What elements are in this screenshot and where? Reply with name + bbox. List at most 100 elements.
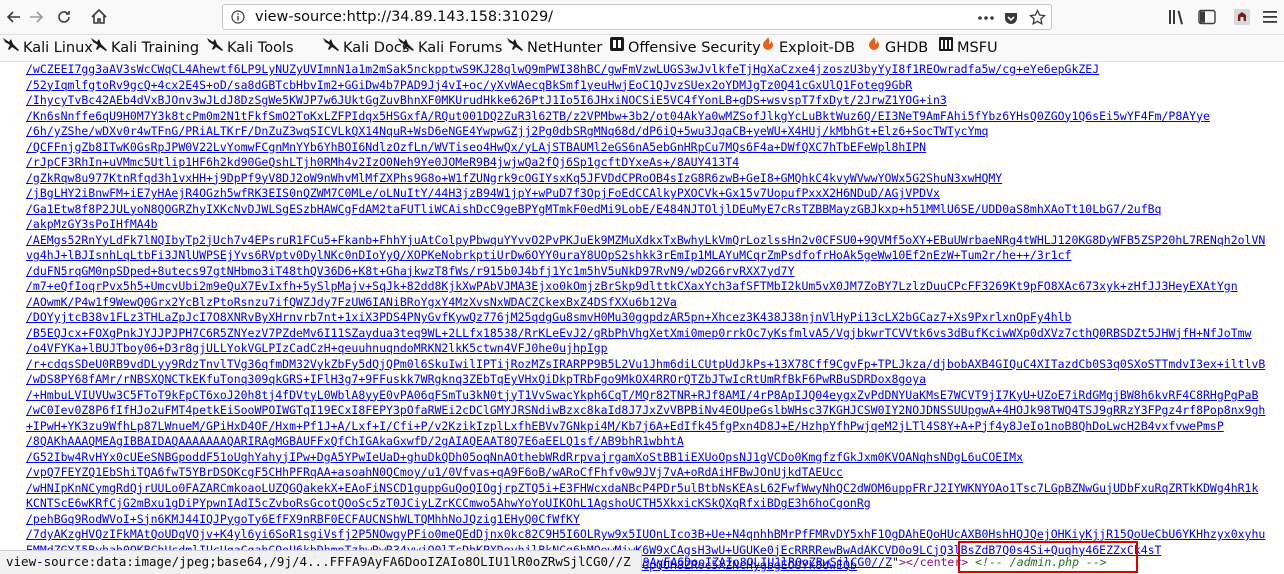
source-line: /akpMzGY3sPoIHfMA4b — [0, 217, 1284, 233]
data-uri-link-segment[interactable]: /pehBGq9RodWVoI+Sjn6KMJ44IQJPygoTy6EfFX9… — [26, 512, 580, 526]
forward-button[interactable] — [22, 3, 50, 31]
home-icon — [91, 8, 107, 24]
source-line: /G52Ibw4RvHYx0cUEeSNBGpoddF51oUghYahyjIP… — [0, 450, 1284, 466]
data-uri-link-segment[interactable]: /wC0Iev0Z8P6fIfHJo2uFMT4petkEiSooWPOIWGT… — [26, 403, 1265, 417]
data-uri-link-segment[interactable]: /7dyAKzgHVQzIFkMAtQoUDqVOjv+K4yl6yi6SoR1… — [26, 527, 1265, 541]
menu-button[interactable] — [1256, 3, 1284, 31]
pocket-icon[interactable] — [1003, 10, 1019, 26]
kali-dragon-icon — [322, 35, 340, 61]
data-uri-link-segment[interactable]: /wCZEEI7gg3aAV3sWcCWqCL4Ahewtf6LP9LyNUZy… — [26, 62, 1099, 76]
source-line: /7dyAKzgHVQzIFkMAtQoUDqVOjv+K4yl6yi6SoR1… — [0, 527, 1284, 543]
data-uri-link-segment[interactable]: /akpMzGY3sPoIHfMA4b — [26, 217, 158, 231]
data-uri-link-segment[interactable]: /duFN5rqGM0npSDped+8utecs97gtNHbmo3iT48t… — [26, 264, 795, 278]
source-line: /Ga1Etw8f8P2JULyoN8QOGRZhyIXKcNvDJWLSgES… — [0, 202, 1284, 218]
data-uri-link-segment[interactable]: /gZkRqw8u977KtnRfqd3h1vxHH+j9DpPf9yV8DJ2… — [26, 171, 1002, 185]
view-source-content: /wCZEEI7gg3aAV3sWcCWqCL4Ahewtf6LP9LyNUZy… — [0, 62, 1284, 573]
source-line: /B5EQJcx+FOXgPnkJYJJPJPH7C6R5ZNYezV7PZde… — [0, 326, 1284, 342]
bookmark-kali-linux[interactable]: Kali Linux — [2, 35, 93, 61]
source-line: /wDS8PY68fAMr/rNBSXQNCTkEKfuTonq309qkGRS… — [0, 372, 1284, 388]
data-uri-link-segment[interactable]: /wDS8PY68fAMr/rNBSXQNCTkEKfuTonq309qkGRS… — [26, 372, 926, 386]
sidebar-icon — [1198, 9, 1216, 25]
source-tail-line: FFA9AyFA6DooIZAIo8OLIU1lR0oZRwSjlCG0//Z"… — [622, 555, 1107, 570]
bookmark-label: MSFU — [957, 40, 998, 56]
bookmark-msfu[interactable]: MSFU — [938, 35, 998, 61]
bookmark-star-icon[interactable] — [1029, 9, 1046, 26]
data-uri-link-segment[interactable]: /vpQ7FEYZQ1EbShiTQA6fwT5YBrDSOKcgF5CHhPF… — [26, 465, 843, 479]
source-line: /wHNIpKnNCymgRdQjrUULo0FAZARCmkoaoLUZQGQ… — [0, 481, 1284, 497]
data-uri-link-segment[interactable]: /AOwmK/P4w1f9WewQ0Grx2YcBlzPtoRsnzu7ifQW… — [26, 295, 677, 309]
attr-close-quote: " — [892, 555, 899, 569]
source-line: /AOwmK/P4w1f9WewQ0Grx2YcBlzPtoRsnzu7ifQW… — [0, 295, 1284, 311]
page-actions-icon[interactable] — [977, 15, 995, 21]
data-uri-link-segment[interactable]: /rJpCF3RhIn+uVMmc5Utlip1HF6h2kd90GeQshLT… — [26, 155, 739, 169]
source-code: /wCZEEI7gg3aAV3sWcCWqCL4Ahewtf6LP9LyNUZy… — [0, 62, 1284, 573]
forward-arrow-icon — [30, 11, 44, 23]
data-uri-link-segment[interactable]: /QCFFnjgZb8ITwK0GsRpJPW0V22LvYomwFCgnMnY… — [26, 140, 926, 154]
bookmark-label: Kali Forums — [418, 40, 503, 56]
address-url-text: view-source:http://34.89.143.158:31029/ — [255, 9, 554, 25]
reload-button[interactable] — [50, 3, 78, 31]
data-uri-link-segment[interactable]: /8QAKhAAAQMEAgIBBAIDAQAAAAAAAQARIRAgMGBA… — [26, 434, 684, 448]
data-uri-link-segment[interactable]: /+HmbuLVIUVUw3C5FToT9kFpCT6xoJ20h8tj4fDV… — [26, 388, 1258, 402]
sidebar-button[interactable] — [1193, 3, 1221, 31]
data-uri-link-segment[interactable]: /Kn6sNnffe6qU9H0M7Y3k8tcPm0m2N1tFkfSmO2T… — [26, 109, 1210, 123]
data-uri-link-segment[interactable]: /wHNIpKnNCymgRdQjrUULo0FAZARCmkoaoLUZQGQ… — [26, 481, 1258, 495]
reload-icon — [58, 11, 70, 23]
bookmark-kali-tools[interactable]: Kali Tools — [206, 35, 294, 61]
source-line: vg4hJ+lBJIsnhLqLtbFi3JNlUWPSEjYvs6RVptv0… — [0, 248, 1284, 264]
source-line: /r+cdqsSDeU0RB9vdDLyy9RdzTnvlTVg36qfmDM3… — [0, 357, 1284, 373]
data-uri-link-segment[interactable]: /m7+eQfIoqrPvx5h5+UmcvUbi2m9eQuX7EvIxfh+… — [26, 279, 1238, 293]
kali-dragon-icon — [397, 35, 415, 61]
bookmark-kali-training[interactable]: Kali Training — [90, 35, 199, 61]
source-line: /6h/yZShe/wDXv0r4wTFnG/PRiALTKrF/DnZuZ3w… — [0, 124, 1284, 140]
source-line: /Kn6sNnffe6qU9H0M7Y3k8tcPm0m2N1tFkfSmO2T… — [0, 109, 1284, 125]
source-line: /o4VFYKa+lBUJTboy06+D3r8gjULLYokVGLPIzCa… — [0, 341, 1284, 357]
data-uri-link-segment[interactable]: /B5EQJcx+FOXgPnkJYJJPJPH7C6R5ZNYezV7PZde… — [26, 326, 1251, 340]
source-line: /+HmbuLVIUVUw3C5FToT9kFpCT6xoJ20h8tj4fDV… — [0, 388, 1284, 404]
data-uri-link-segment[interactable]: /DOYyjtcB38v1FLz3THLaZpJcI7O8XNRvByXHrnv… — [26, 310, 1071, 324]
data-uri-link-segment[interactable]: /AEMgs52RnYyLdFk7lNQIbyTp2jUch7v4EPsruR1… — [26, 233, 1265, 247]
bookmark-nethunter[interactable]: NetHunter — [506, 35, 602, 61]
admin-comment: <!-- /admin.php --> — [975, 555, 1107, 569]
data-uri-link-segment[interactable]: /o4VFYKa+lBUJTboy06+D3r8gjULLYokVGLPIzCa… — [26, 341, 608, 355]
source-line: /m7+eQfIoqrPvx5h5+UmcvUbi2m9eQuX7EvIxfh+… — [0, 279, 1284, 295]
data-uri-link-tail[interactable]: FFA9AyFA6DooIZAIo8OLIU1lR0oZRwSjlCG0//Z — [622, 555, 892, 569]
data-uri-link-segment[interactable]: +IPwH+YK3zu9WfhLp87LWnueM/GPiHxD4OF/Hxm+… — [26, 419, 1224, 433]
bookmarks-toolbar: Kali Linux Kali Training Kali Tools Kali Do… — [0, 35, 1284, 62]
extension-button[interactable] — [1228, 3, 1256, 31]
kali-dragon-icon — [506, 35, 524, 61]
source-line: /52yIqmlfgtoRv9gcQ+4cx2E4S+oD/sa8dGBTcbH… — [0, 78, 1284, 94]
data-uri-link-segment[interactable]: /6h/yZShe/wDXv0r4wTFnG/PRiALTKrF/DnZuZ3w… — [26, 124, 988, 138]
bookmark-offensive-security[interactable]: Offensive Security — [609, 35, 761, 61]
bookmark-exploit-db[interactable]: Exploit-DB — [760, 35, 855, 61]
address-bar[interactable]: view-source:http://34.89.143.158:31029/ — [222, 4, 1052, 30]
data-uri-link-segment[interactable]: /jBgLHY2iBnwFM+iE7yHAejR4OGzh5wfRK3EIS0n… — [26, 186, 940, 200]
site-info-icon[interactable] — [231, 10, 245, 24]
bookmark-kali-forums[interactable]: Kali Forums — [397, 35, 502, 61]
extension-icon — [1234, 9, 1250, 25]
source-line: /DOYyjtcB38v1FLz3THLaZpJcI7O8XNRvByXHrnv… — [0, 310, 1284, 326]
library-icon — [1169, 10, 1183, 25]
home-button[interactable] — [85, 3, 113, 31]
data-uri-link-segment[interactable]: vg4hJ+lBJIsnhLqLtbFi3JNlUWPSEjYvs6RVptv0… — [26, 248, 1071, 262]
source-line: /rJpCF3RhIn+uVMmc5Utlip1HF6h2kd90GeQshLT… — [0, 155, 1284, 171]
exploit-db-icon — [866, 35, 882, 61]
data-uri-link-segment[interactable]: /G52Ibw4RvHYx0cUEeSNBGpoddF51oUghYahyjIP… — [26, 450, 1023, 464]
link-status-bar: view-source:data:image/jpeg;base64,/9j/4… — [0, 550, 642, 574]
data-uri-link-segment[interactable]: /IhycyTvBc42AEb4dVxBJOnv3wJLdJ8DzSgWe5KW… — [26, 93, 947, 107]
bookmark-ghdb[interactable]: GHDB — [866, 35, 928, 61]
source-line: /jBgLHY2iBnwFM+iE7yHAejR4OGzh5wfRK3EIS0n… — [0, 186, 1284, 202]
hamburger-menu-icon — [1263, 11, 1277, 23]
kali-dragon-icon — [206, 35, 224, 61]
data-uri-link-segment[interactable]: /r+cdqsSDeU0RB9vdDLyy9RdzTnvlTVg36qfmDM3… — [26, 357, 1265, 371]
bookmark-label: Kali Tools — [227, 40, 294, 56]
bookmark-label: Offensive Security — [628, 40, 761, 56]
library-button[interactable] — [1163, 3, 1191, 31]
data-uri-link-segment[interactable]: /52yIqmlfgtoRv9gcQ+4cx2E4S+oD/sa8dGBTcbH… — [26, 78, 912, 92]
msfu-icon — [938, 35, 954, 61]
bookmark-label: NetHunter — [527, 40, 603, 56]
data-uri-link-segment[interactable]: /Ga1Etw8f8P2JULyoN8QOGRZhyIXKcNvDJWLSgES… — [26, 202, 1161, 216]
source-line: /AEMgs52RnYyLdFk7lNQIbyTp2jUch7v4EPsruR1… — [0, 233, 1284, 249]
source-line: /gZkRqw8u977KtnRfqd3h1vxHH+j9DpPf9yV8DJ2… — [0, 171, 1284, 187]
data-uri-link-segment[interactable]: KCNTScE6wKRfCjG2mBxu1gDiPYpwnIAdI5cZvboR… — [26, 496, 871, 510]
